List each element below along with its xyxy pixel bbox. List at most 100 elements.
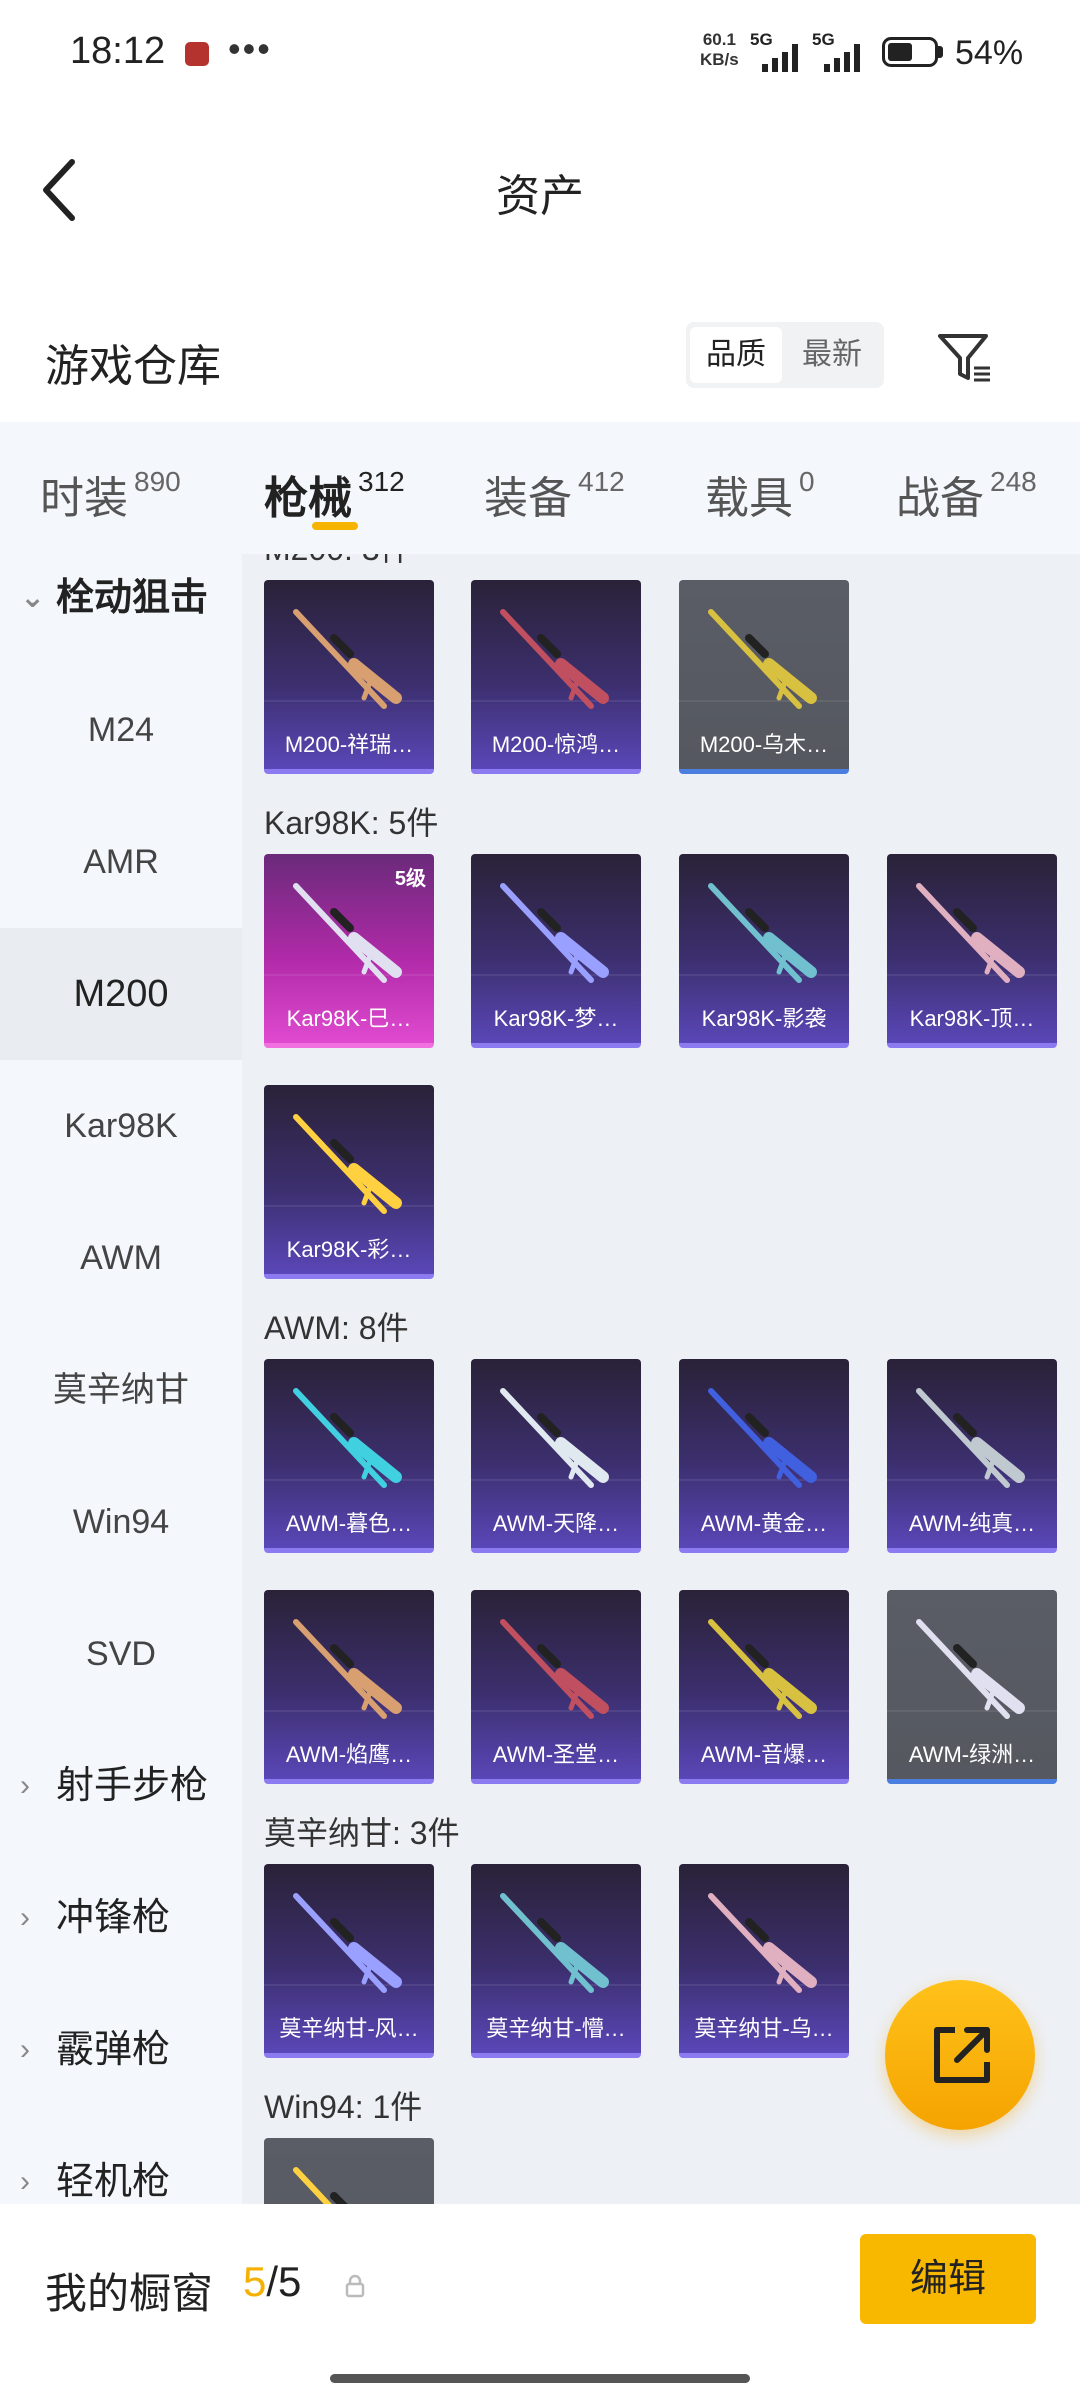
item-card[interactable]: AWM-纯真…: [887, 1359, 1057, 1553]
group-label: Win94: 1件: [264, 2089, 423, 2125]
sidebar-item[interactable]: › 轻机枪: [0, 2116, 242, 2204]
rifle-icon: [708, 609, 817, 709]
weapon-type-sidebar: ⌄ 栓动狙击 M24 AMR M200 Kar98K AWM 莫辛纳甘 Win94 SVD › 射手步…: [0, 554, 242, 2204]
chevron-right-icon: ›: [20, 2033, 30, 2066]
battery-percent: 54%: [955, 34, 1024, 72]
item-card[interactable]: AWM-绿洲…: [887, 1590, 1057, 1784]
sidebar-item[interactable]: AMR: [0, 796, 242, 928]
sidebar-item[interactable]: › 冲锋枪: [0, 1852, 242, 1984]
rifle-icon: [708, 1388, 817, 1488]
sidebar-item[interactable]: Win94: [0, 1456, 242, 1588]
level-badge: 5级: [394, 868, 426, 890]
chevron-right-icon: ›: [20, 1901, 30, 1934]
rifle-icon: [293, 1114, 402, 1214]
category-tabs: 时装 890 枪械 312 装备 412 载具 0 战备 248: [0, 422, 1080, 554]
chevron-down-icon: ⌄: [20, 581, 46, 614]
home-indicator[interactable]: [330, 2374, 750, 2383]
sidebar-item-label: 冲锋枪: [56, 1897, 171, 1939]
item-card[interactable]: M200-祥瑞…: [264, 580, 434, 774]
item-card[interactable]: 莫辛纳甘-风…: [264, 1864, 434, 2058]
item-card[interactable]: Kar98K-彩…: [264, 1085, 434, 1279]
battery-icon: [882, 37, 938, 67]
rifle-icon: [500, 1388, 609, 1488]
item-card[interactable]: Kar98K-顶…: [887, 854, 1057, 1048]
item-card[interactable]: [264, 2138, 434, 2204]
item-name: AWM-黄金…: [700, 1511, 828, 1536]
rifle-icon: [293, 609, 402, 709]
item-card[interactable]: M200-乌木…: [679, 580, 849, 774]
network-speed-value: 60.1: [702, 30, 736, 49]
item-card[interactable]: AWM-圣堂…: [471, 1590, 641, 1784]
tab-supplies[interactable]: 战备 248: [896, 462, 1037, 526]
rifle-icon: [708, 883, 817, 983]
edit-button[interactable]: 编辑: [860, 2234, 1036, 2324]
chevron-right-icon: ›: [20, 1769, 30, 1802]
sort-option-quality[interactable]: 品质: [690, 327, 782, 383]
sidebar-item[interactable]: M200: [0, 928, 242, 1060]
item-name: 莫辛纳甘-风…: [279, 2016, 419, 2041]
tab-fashion[interactable]: 时装 890: [40, 462, 181, 526]
signal-2-icon: 5G: [812, 30, 870, 72]
tab-equipment[interactable]: 装备 412: [484, 462, 625, 526]
rifle-icon: [293, 1893, 402, 1993]
sidebar-item[interactable]: M24: [0, 664, 242, 796]
rifle-icon: [708, 1619, 817, 1719]
item-name: M200-乌木…: [699, 732, 829, 757]
item-card[interactable]: 莫辛纳甘-懵…: [471, 1864, 641, 2058]
sidebar-item[interactable]: › 霰弹枪: [0, 1984, 242, 2116]
showcase-count: 5/5: [243, 2258, 302, 2305]
sidebar-item[interactable]: 莫辛纳甘: [0, 1324, 242, 1456]
group-label: AWM: 8件: [264, 1310, 409, 1346]
battery-tip: [938, 46, 943, 58]
item-name: Kar98K-影袭: [701, 1006, 827, 1031]
item-name: 莫辛纳甘-乌…: [694, 2016, 834, 2041]
item-card[interactable]: Kar98K-影袭: [679, 854, 849, 1048]
sidebar-item-label: 栓动狙击: [56, 577, 209, 619]
item-card[interactable]: AWM-暮色…: [264, 1359, 434, 1553]
item-card[interactable]: AWM-黄金…: [679, 1359, 849, 1553]
sidebar-item[interactable]: › 射手步枪: [0, 1720, 242, 1852]
sidebar-item-label: M200: [73, 973, 169, 1015]
item-card[interactable]: 5级 Kar98K-巳…: [264, 854, 434, 1048]
sidebar-item-label: 轻机枪: [56, 2161, 171, 2203]
item-name: Kar98K-梦…: [493, 1006, 619, 1031]
section-title: 游戏仓库: [45, 342, 221, 391]
item-name: AWM-音爆…: [700, 1742, 828, 1767]
item-card[interactable]: AWM-焰鹰…: [264, 1590, 434, 1784]
rifle-icon: [500, 1893, 609, 1993]
item-card[interactable]: AWM-音爆…: [679, 1590, 849, 1784]
sidebar-item[interactable]: Kar98K: [0, 1060, 242, 1192]
item-name: M200-祥瑞…: [284, 732, 414, 757]
item-name: AWM-天降…: [492, 1511, 620, 1536]
share-button[interactable]: [885, 1980, 1035, 2130]
signal-1-icon: 5G: [750, 30, 808, 72]
sidebar-item[interactable]: SVD: [0, 1588, 242, 1720]
share-icon: [934, 2027, 990, 2083]
filter-button[interactable]: [930, 322, 1000, 392]
item-card[interactable]: AWM-天降…: [471, 1359, 641, 1553]
item-name: M200-惊鸿…: [491, 732, 621, 757]
item-card[interactable]: Kar98K-梦…: [471, 854, 641, 1048]
active-tab-indicator: [312, 522, 358, 530]
group-label: M200: 3件: [264, 554, 412, 570]
rifle-icon: [293, 2167, 348, 2204]
rifle-icon: [708, 1893, 817, 1993]
item-name: Kar98K-彩…: [286, 1237, 412, 1262]
sidebar-item-label: AWM: [80, 1239, 162, 1277]
sidebar-item[interactable]: ⌄ 栓动狙击: [0, 554, 242, 664]
tab-vehicles[interactable]: 载具 0: [705, 462, 815, 526]
sidebar-item-label: SVD: [86, 1635, 156, 1673]
tab-weapons[interactable]: 枪械 312: [264, 462, 405, 526]
sort-option-newest[interactable]: 最新: [786, 327, 878, 383]
app-notification-icon: [185, 42, 209, 66]
network-speed-unit: KB/s: [700, 50, 739, 69]
item-name: Kar98K-顶…: [909, 1006, 1035, 1031]
sidebar-item-label: 射手步枪: [56, 1765, 209, 1807]
item-card[interactable]: 莫辛纳甘-乌…: [679, 1864, 849, 2058]
rifle-icon: [916, 883, 1025, 983]
item-card[interactable]: M200-惊鸿…: [471, 580, 641, 774]
sidebar-item[interactable]: AWM: [0, 1192, 242, 1324]
showcase-title: 我的橱窗: [45, 2270, 214, 2317]
rifle-icon: [293, 1619, 402, 1719]
item-name: AWM-暮色…: [285, 1511, 413, 1536]
